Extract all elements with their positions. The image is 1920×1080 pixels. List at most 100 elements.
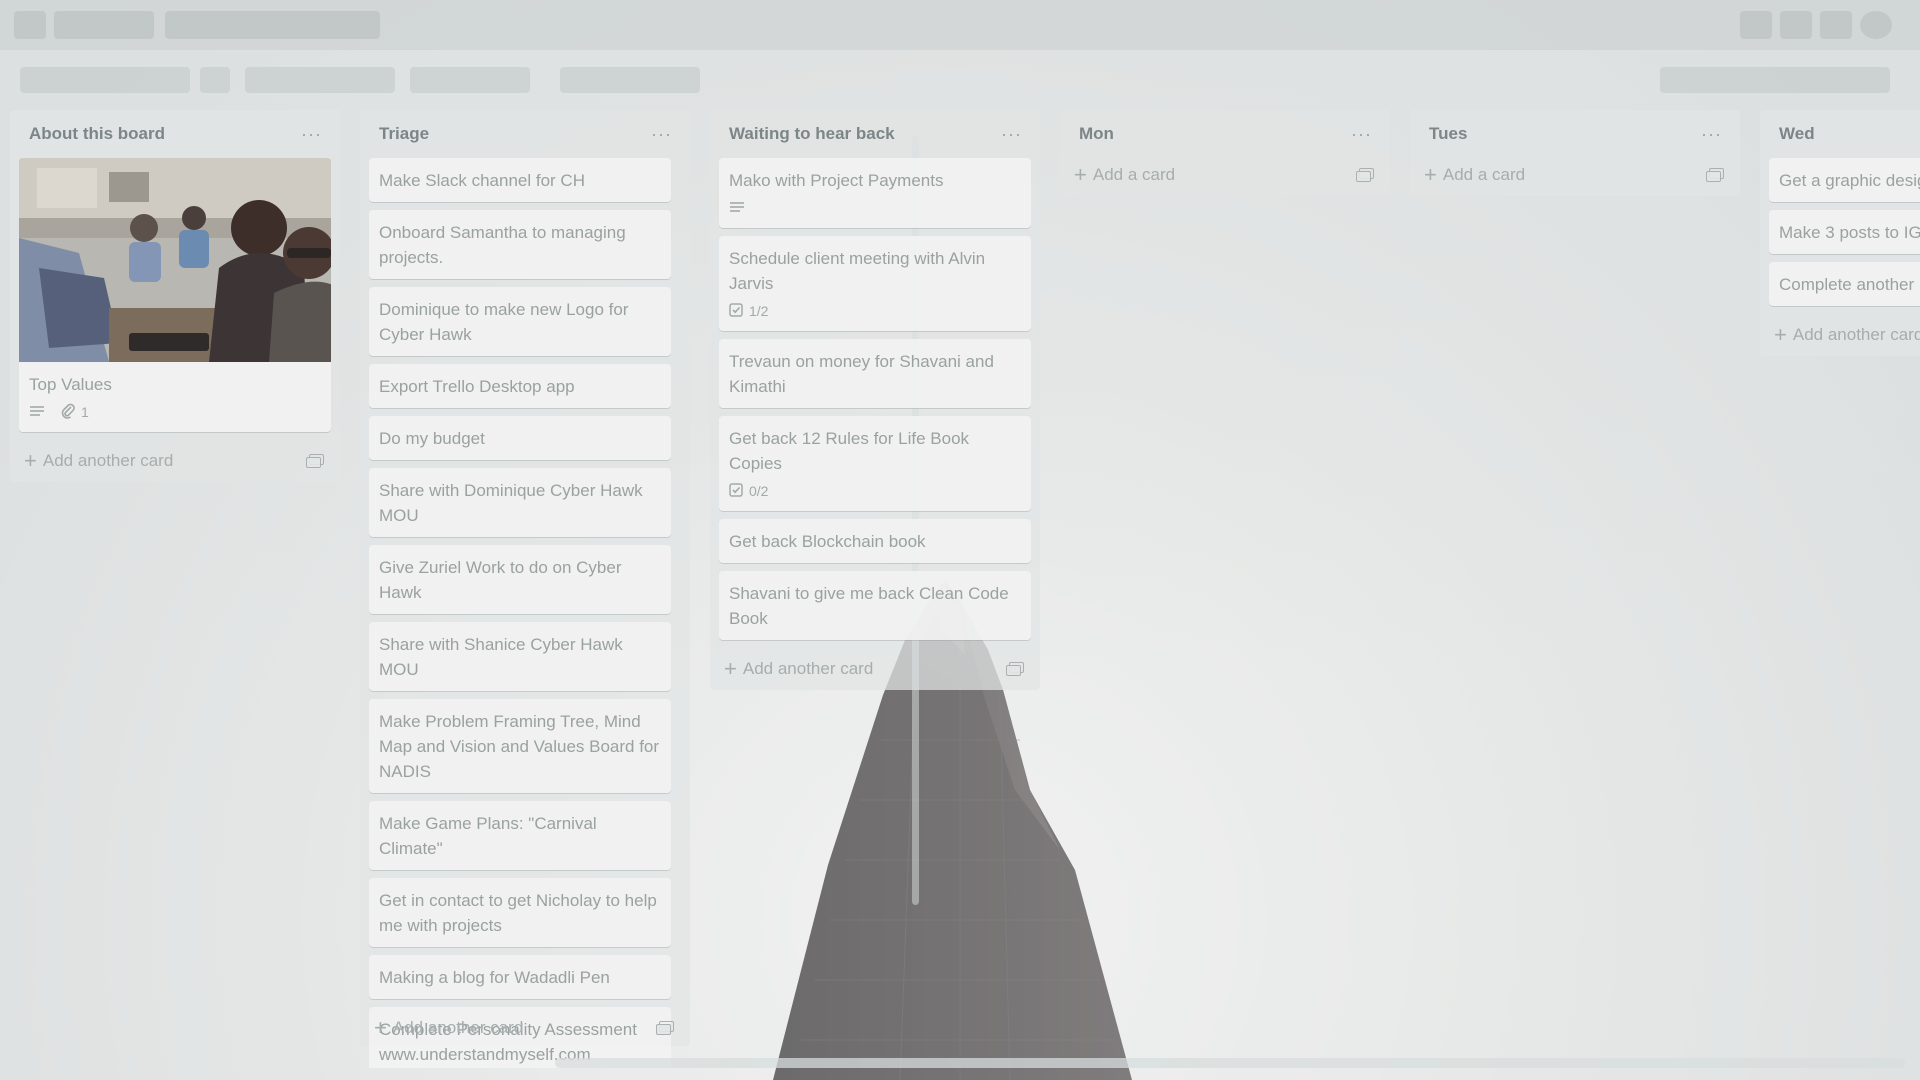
add-card-button[interactable]: + Add another card [360,1010,690,1046]
ellipsis-icon[interactable]: ··· [1701,125,1722,143]
card-template-icon[interactable] [1006,662,1024,676]
card-title: Make 3 posts to IG [1779,223,1920,242]
star-icon[interactable] [200,67,230,93]
list-title[interactable]: About this board [29,124,165,144]
card-template-icon[interactable] [1706,168,1724,182]
top-header [0,0,1920,50]
plus-icon: + [1424,162,1437,187]
add-card-label: Add a card [1092,165,1176,184]
add-card-button[interactable]: + Add another card [10,440,340,482]
card-title: Give Zuriel Work to do on Cyber Hawk [379,558,622,602]
checklist-badge: 0/2 [729,482,769,500]
card[interactable]: Share with Shanice Cyber Hawk MOU [369,622,671,691]
apps-icon[interactable] [14,11,46,39]
list-title[interactable]: Wed [1779,124,1815,144]
card[interactable]: Do my budget [369,416,671,460]
card[interactable]: Share with Dominique Cyber Hawk MOU [369,468,671,537]
list-about-this-board: About this board ··· Top Values 1 + Add … [10,110,340,482]
checklist-badge: 1/2 [729,302,769,320]
list-header: Wed ··· [1760,110,1920,158]
add-card-label: Add a card [1442,165,1526,184]
add-card-button[interactable]: + Add a card [1410,154,1740,196]
add-card-button[interactable]: + Add another card [710,648,1040,690]
members-button[interactable] [560,67,700,93]
info-icon[interactable] [1780,11,1812,39]
notifications-icon[interactable] [1820,11,1852,39]
ellipsis-icon[interactable]: ··· [1351,125,1372,143]
add-card-label: Add another card [742,659,874,678]
card-template-icon[interactable] [306,454,324,468]
card[interactable]: Dominique to make new Logo for Cyber Haw… [369,287,671,356]
create-icon[interactable] [1740,11,1772,39]
card[interactable]: Mako with Project Payments [719,158,1031,228]
card[interactable]: Making a blog for Wadadli Pen [369,955,671,999]
checklist-icon [729,482,743,500]
board-header [0,50,1920,108]
checklist-count: 1/2 [749,303,769,319]
card[interactable]: Complete another business plan [1769,262,1920,306]
attachment-badge: 1 [61,403,89,422]
add-card-button[interactable]: + Add another card [1760,314,1920,356]
search-input[interactable] [165,11,380,39]
list-wed: Wed ··· Get a graphic designer for CTG M… [1760,110,1920,356]
card[interactable]: Shavani to give me back Clean Code Book [719,571,1031,640]
card[interactable]: Get a graphic designer for CTG [1769,158,1920,202]
card[interactable]: Export Trello Desktop app [369,364,671,408]
checklist-icon [729,302,743,320]
card[interactable]: Trevaun on money for Shavani and Kimathi [719,339,1031,408]
board-title[interactable] [20,67,190,93]
avatar[interactable] [1860,11,1892,39]
card-title: Onboard Samantha to managing projects. [379,223,626,267]
card-title: Share with Dominique Cyber Hawk MOU [379,481,643,525]
card-title: Making a blog for Wadadli Pen [379,968,610,987]
card-title: Get back Blockchain book [729,532,926,551]
ellipsis-icon[interactable]: ··· [1001,125,1022,143]
card-title: Mako with Project Payments [729,171,944,190]
card[interactable]: Give Zuriel Work to do on Cyber Hawk [369,545,671,614]
card[interactable]: Make Slack channel for CH [369,158,671,202]
card[interactable]: Make Game Plans: "Carnival Climate" [369,801,671,870]
list-title[interactable]: Triage [379,124,429,144]
card[interactable]: Get back Blockchain book [719,519,1031,563]
card[interactable]: Onboard Samantha to managing projects. [369,210,671,279]
plus-icon: + [24,448,37,473]
card[interactable]: Schedule client meeting with Alvin Jarvi… [719,236,1031,331]
show-menu-button[interactable] [1660,67,1890,93]
card[interactable]: Get in contact to get Nicholay to help m… [369,878,671,947]
card-title: Make Game Plans: "Carnival Climate" [379,814,597,858]
team-button[interactable] [245,67,395,93]
ellipsis-icon[interactable]: ··· [301,125,322,143]
plus-icon: + [1774,322,1787,347]
list-title[interactable]: Waiting to hear back [729,124,895,144]
card[interactable]: Top Values 1 [19,158,331,432]
card[interactable]: Make Problem Framing Tree, Mind Map and … [369,699,671,793]
checklist-count: 0/2 [749,483,769,499]
list-title[interactable]: Tues [1429,124,1467,144]
description-icon [729,201,745,215]
card-title: Trevaun on money for Shavani and Kimathi [729,352,994,396]
list-header: Mon ··· [1060,110,1390,158]
card-template-icon[interactable] [1356,168,1374,182]
list-title[interactable]: Mon [1079,124,1114,144]
visibility-button[interactable] [410,67,530,93]
card-template-icon[interactable] [656,1021,674,1035]
board-horizontal-scrollbar[interactable] [0,1056,1920,1070]
card-title: Do my budget [379,429,485,448]
card-title: Export Trello Desktop app [379,377,575,396]
home-button[interactable] [54,11,154,39]
add-card-label: Add another card [392,1018,524,1037]
list-header: Triage ··· [360,110,690,158]
list-tues: Tues ··· + Add a card [1410,110,1740,196]
card[interactable]: Make 3 posts to IG [1769,210,1920,254]
description-icon [29,405,45,419]
attachment-count: 1 [81,404,89,420]
ellipsis-icon[interactable]: ··· [651,125,672,143]
list-triage: Triage ··· Make Slack channel for CH Onb… [360,110,919,1068]
card-title: Get in contact to get Nicholay to help m… [379,891,657,935]
card-title: Shavani to give me back Clean Code Book [729,584,1009,628]
add-card-button[interactable]: + Add a card [1060,154,1390,196]
list-header: Tues ··· [1410,110,1740,158]
card-badges: 1/2 [729,300,1021,322]
plus-icon: + [374,1015,387,1040]
card[interactable]: Get back 12 Rules for Life Book Copies 0… [719,416,1031,511]
